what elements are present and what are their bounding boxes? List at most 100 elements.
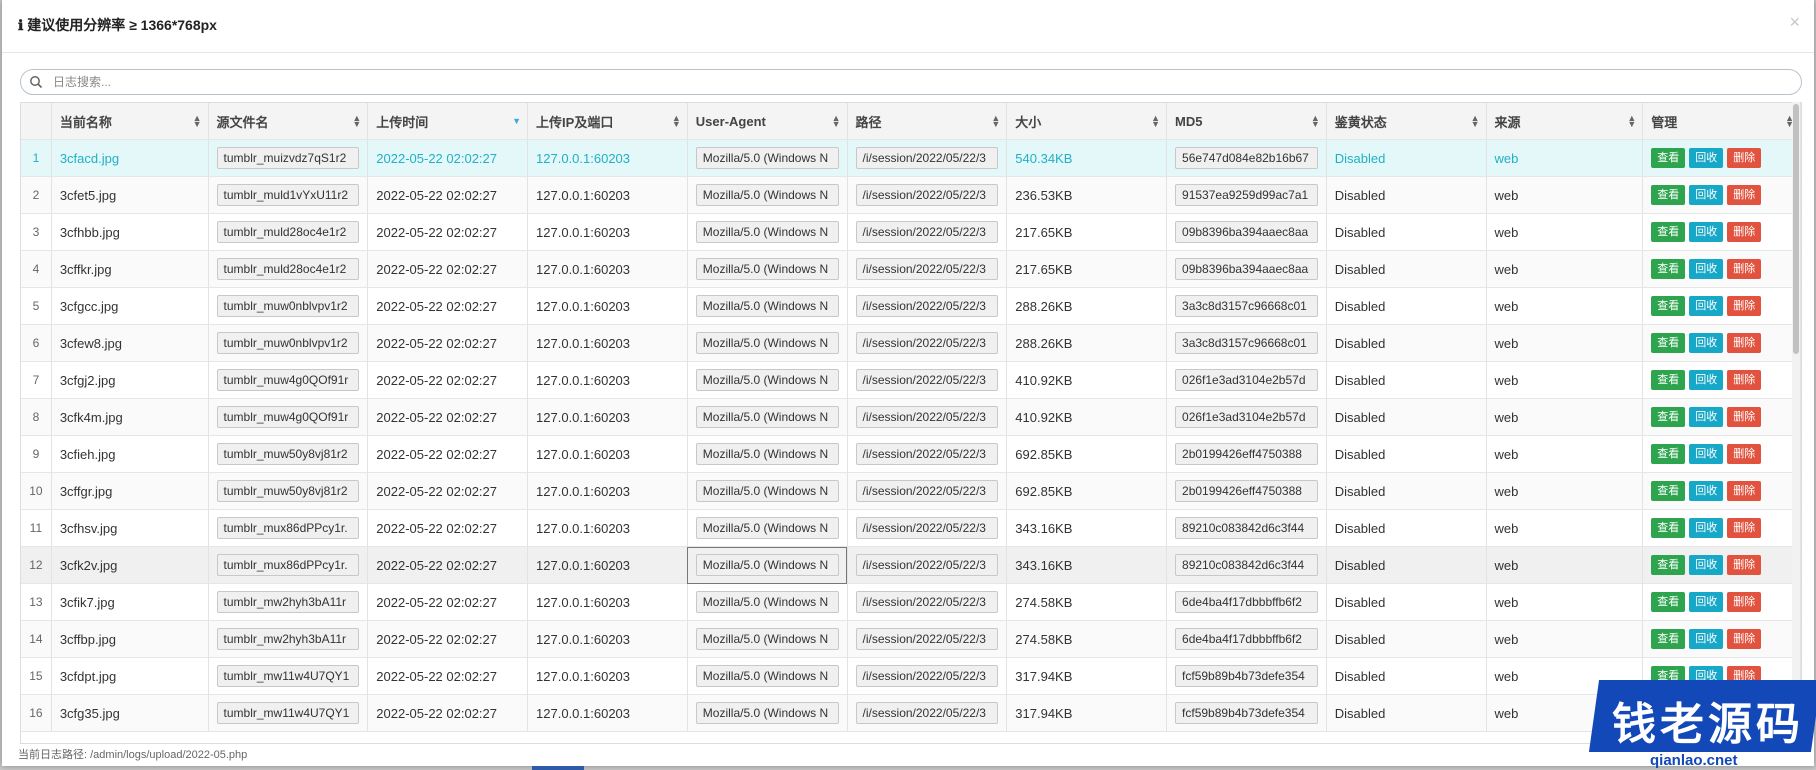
view-button[interactable]: 查看 <box>1651 592 1686 612</box>
path-box[interactable]: /i/session/2022/05/22/3 <box>855 480 999 502</box>
source-file-box[interactable]: tumblr_muw50y8vj81r2 <box>216 443 360 465</box>
source-file-box[interactable]: tumblr_muw4g0QOf91r <box>216 369 360 391</box>
delete-button[interactable]: 删除 <box>1727 333 1762 353</box>
delete-button[interactable]: 删除 <box>1727 185 1762 205</box>
md5-box[interactable]: fcf59b89b4b73defe354 <box>1175 665 1318 687</box>
col-source[interactable]: 来源 ▲ ▼ <box>1486 103 1644 140</box>
recycle-button[interactable]: 回收 <box>1689 407 1724 427</box>
table-row[interactable]: 12 3cfk2v.jpg tumblr_mux86dPPcy1r. 2022-05-… <box>21 546 1801 584</box>
md5-box[interactable]: 6de4ba4f17dbbbffb6f2 <box>1175 628 1318 650</box>
delete-button[interactable]: 删除 <box>1727 518 1762 538</box>
md5-box[interactable]: 026f1e3ad3104e2b57d <box>1175 369 1318 391</box>
view-button[interactable]: 查看 <box>1651 518 1686 538</box>
table-row[interactable]: 5 3cfgcc.jpg tumblr_muw0nblvpv1r2 2022-05-2… <box>21 287 1801 325</box>
delete-button[interactable]: 删除 <box>1727 296 1762 316</box>
view-button[interactable]: 查看 <box>1651 444 1686 464</box>
user-agent-box[interactable]: Mozilla/5.0 (Windows N <box>695 406 839 428</box>
recycle-button[interactable]: 回收 <box>1689 481 1724 501</box>
user-agent-box[interactable]: Mozilla/5.0 (Windows N <box>695 258 839 280</box>
path-box[interactable]: /i/session/2022/05/22/3 <box>855 702 999 724</box>
view-button[interactable]: 查看 <box>1651 148 1686 168</box>
table-row[interactable]: 4 3cffkr.jpg tumblr_muld28oc4e1r2 2022-05-2… <box>21 250 1801 288</box>
delete-button[interactable]: 删除 <box>1727 370 1762 390</box>
source-file-box[interactable]: tumblr_muld1vYxU11r2 <box>216 184 360 206</box>
source-file-box[interactable]: tumblr_muw0nblvpv1r2 <box>216 332 360 354</box>
col-porn-status[interactable]: 鉴黄状态 ▲ ▼ <box>1326 103 1487 140</box>
col-current-name[interactable]: 当前名称 ▲ ▼ <box>51 103 209 140</box>
path-box[interactable]: /i/session/2022/05/22/3 <box>855 517 999 539</box>
table-scrollbar[interactable] <box>1792 102 1800 742</box>
path-box[interactable]: /i/session/2022/05/22/3 <box>855 628 999 650</box>
path-box[interactable]: /i/session/2022/05/22/3 <box>855 406 999 428</box>
user-agent-box[interactable]: Mozilla/5.0 (Windows N <box>695 702 839 724</box>
view-button[interactable]: 查看 <box>1651 296 1686 316</box>
view-button[interactable]: 查看 <box>1651 222 1686 242</box>
col-manage[interactable]: 管理 ▲ ▼ <box>1642 103 1801 140</box>
md5-box[interactable]: 91537ea9259d99ac7a1 <box>1175 184 1318 206</box>
md5-box[interactable]: 026f1e3ad3104e2b57d <box>1175 406 1318 428</box>
recycle-button[interactable]: 回收 <box>1689 185 1724 205</box>
path-box[interactable]: /i/session/2022/05/22/3 <box>855 554 999 576</box>
col-md5[interactable]: MD5 ▲ ▼ <box>1166 103 1327 140</box>
source-file-box[interactable]: tumblr_mw2hyh3bA11r <box>216 628 360 650</box>
delete-button[interactable]: 删除 <box>1727 222 1762 242</box>
recycle-button[interactable]: 回收 <box>1689 444 1724 464</box>
source-file-box[interactable]: tumblr_mw11w4U7QY1 <box>216 665 360 687</box>
view-button[interactable]: 查看 <box>1651 259 1686 279</box>
md5-box[interactable]: 89210c083842d6c3f44 <box>1175 554 1318 576</box>
source-file-box[interactable]: tumblr_muld28oc4e1r2 <box>216 221 360 243</box>
delete-button[interactable]: 删除 <box>1727 555 1762 575</box>
col-path[interactable]: 路径 ▲ ▼ <box>847 103 1008 140</box>
path-box[interactable]: /i/session/2022/05/22/3 <box>855 258 999 280</box>
col-upload-time[interactable]: 上传时间 ▼ <box>367 103 529 140</box>
recycle-button[interactable]: 回收 <box>1689 222 1724 242</box>
col-source-file[interactable]: 源文件名 ▲ ▼ <box>208 103 369 140</box>
recycle-button[interactable]: 回收 <box>1689 370 1724 390</box>
path-box[interactable]: /i/session/2022/05/22/3 <box>855 147 999 169</box>
user-agent-box[interactable]: Mozilla/5.0 (Windows N <box>695 147 839 169</box>
view-button[interactable]: 查看 <box>1651 333 1686 353</box>
close-icon[interactable]: × <box>1789 12 1800 33</box>
path-box[interactable]: /i/session/2022/05/22/3 <box>855 221 999 243</box>
user-agent-box[interactable]: Mozilla/5.0 (Windows N <box>695 184 839 206</box>
user-agent-box[interactable]: Mozilla/5.0 (Windows N <box>695 295 839 317</box>
path-box[interactable]: /i/session/2022/05/22/3 <box>855 591 999 613</box>
delete-button[interactable]: 删除 <box>1727 444 1762 464</box>
md5-box[interactable]: 2b0199426eff4750388 <box>1175 443 1318 465</box>
view-button[interactable]: 查看 <box>1651 407 1686 427</box>
user-agent-box[interactable]: Mozilla/5.0 (Windows N <box>695 369 839 391</box>
table-row[interactable]: 6 3cfew8.jpg tumblr_muw0nblvpv1r2 2022-05-2… <box>21 324 1801 362</box>
md5-box[interactable]: fcf59b89b4b73defe354 <box>1175 702 1318 724</box>
table-row[interactable]: 2 3cfet5.jpg tumblr_muld1vYxU11r2 2022-05-2… <box>21 176 1801 214</box>
recycle-button[interactable]: 回收 <box>1689 148 1724 168</box>
table-row[interactable]: 15 3cfdpt.jpg tumblr_mw11w4U7QY1 2022-05-22… <box>21 657 1801 695</box>
md5-box[interactable]: 3a3c8d3157c96668c01 <box>1175 332 1318 354</box>
log-search-input[interactable] <box>51 72 1755 92</box>
recycle-button[interactable]: 回收 <box>1689 555 1724 575</box>
delete-button[interactable]: 删除 <box>1727 592 1762 612</box>
user-agent-box[interactable]: Mozilla/5.0 (Windows N <box>695 443 839 465</box>
scrollbar-thumb[interactable] <box>1793 104 1799 354</box>
path-box[interactable]: /i/session/2022/05/22/3 <box>855 184 999 206</box>
user-agent-box[interactable]: Mozilla/5.0 (Windows N <box>695 628 839 650</box>
recycle-button[interactable]: 回收 <box>1689 296 1724 316</box>
user-agent-box[interactable]: Mozilla/5.0 (Windows N <box>695 554 839 576</box>
col-user-agent[interactable]: User-Agent ▲ ▼ <box>687 103 848 140</box>
md5-box[interactable]: 89210c083842d6c3f44 <box>1175 517 1318 539</box>
path-box[interactable]: /i/session/2022/05/22/3 <box>855 665 999 687</box>
recycle-button[interactable]: 回收 <box>1689 333 1724 353</box>
path-box[interactable]: /i/session/2022/05/22/3 <box>855 369 999 391</box>
source-file-box[interactable]: tumblr_muld28oc4e1r2 <box>216 258 360 280</box>
table-row[interactable]: 16 3cfg35.jpg tumblr_mw11w4U7QY1 2022-05-22… <box>21 694 1801 732</box>
delete-button[interactable]: 删除 <box>1727 629 1762 649</box>
user-agent-box[interactable]: Mozilla/5.0 (Windows N <box>695 480 839 502</box>
path-box[interactable]: /i/session/2022/05/22/3 <box>855 443 999 465</box>
md5-box[interactable]: 56e747d084e82b16b67 <box>1175 147 1318 169</box>
user-agent-box[interactable]: Mozilla/5.0 (Windows N <box>695 665 839 687</box>
md5-box[interactable]: 6de4ba4f17dbbbffb6f2 <box>1175 591 1318 613</box>
table-row[interactable]: 14 3cffbp.jpg tumblr_mw2hyh3bA11r 2022-05-2… <box>21 620 1801 658</box>
delete-button[interactable]: 删除 <box>1727 148 1762 168</box>
delete-button[interactable]: 删除 <box>1727 481 1762 501</box>
source-file-box[interactable]: tumblr_muw4g0QOf91r <box>216 406 360 428</box>
table-row[interactable]: 9 3cfieh.jpg tumblr_muw50y8vj81r2 2022-05-2… <box>21 435 1801 473</box>
